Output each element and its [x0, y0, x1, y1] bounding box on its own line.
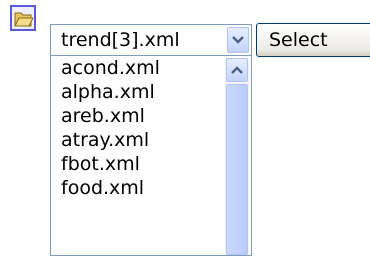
- list-item[interactable]: food.xml: [51, 176, 223, 200]
- list-item[interactable]: alpha.xml: [51, 80, 223, 104]
- open-folder-button[interactable]: [10, 5, 36, 31]
- dropdown-button[interactable]: [227, 27, 249, 53]
- list-item[interactable]: fbot.xml: [51, 152, 223, 176]
- file-list-items: acond.xml alpha.xml areb.xml atray.xml fbot.…: [51, 56, 223, 200]
- file-select-value: trend[3].xml: [61, 29, 180, 51]
- list-item[interactable]: atray.xml: [51, 128, 223, 152]
- chevron-down-icon: [232, 36, 244, 44]
- list-item[interactable]: acond.xml: [51, 56, 223, 80]
- scroll-thumb[interactable]: [226, 84, 248, 255]
- scrollbar[interactable]: [225, 58, 249, 255]
- scroll-up-button[interactable]: [226, 58, 248, 82]
- select-button[interactable]: Select: [256, 23, 370, 57]
- file-list[interactable]: acond.xml alpha.xml areb.xml atray.xml fbot.…: [50, 56, 252, 256]
- chevron-up-icon: [231, 66, 243, 74]
- list-item[interactable]: areb.xml: [51, 104, 223, 128]
- file-select[interactable]: trend[3].xml: [50, 24, 252, 56]
- folder-open-icon: [14, 12, 34, 27]
